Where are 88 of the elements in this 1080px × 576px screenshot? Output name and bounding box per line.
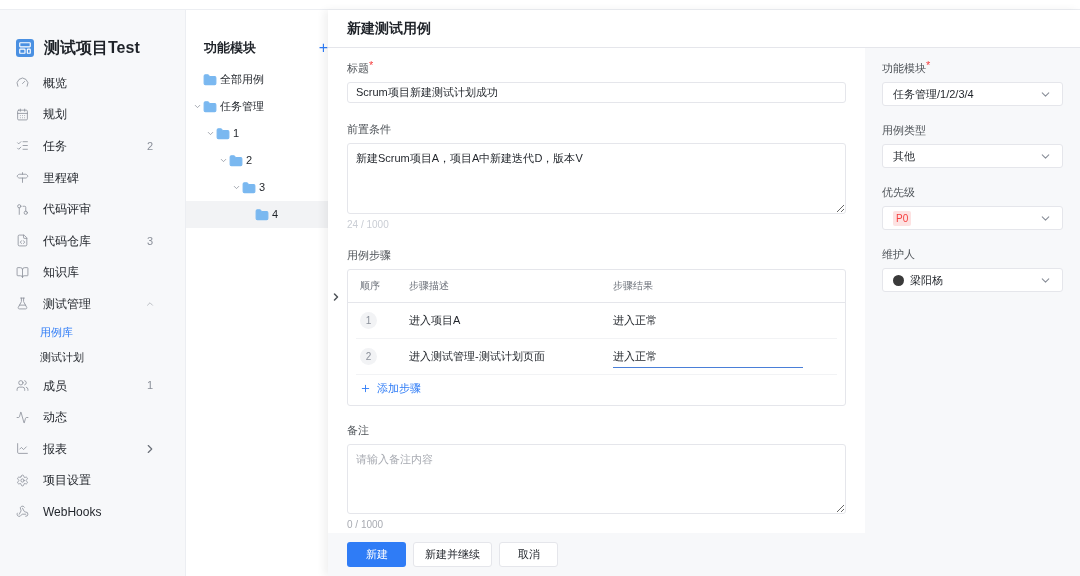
select-value: 梁阳杨 — [910, 272, 943, 288]
column-header: 步骤结果 — [613, 279, 653, 294]
plus-icon — [360, 383, 371, 395]
field-label: 功能模块 — [882, 62, 926, 76]
select-value: 其他 — [893, 148, 915, 164]
step-description: 进入测试管理-测试计划页面 — [409, 348, 546, 364]
field-label: 备注 — [347, 422, 369, 438]
secondary-button[interactable]: 取消 — [499, 542, 558, 567]
select-field[interactable]: 任务管理/1/2/3/4 — [882, 82, 1063, 106]
folder-icon — [255, 207, 269, 222]
drawer-title: 新建测试用例 — [347, 19, 431, 38]
tree-item[interactable]: 1 — [186, 120, 328, 147]
priority-tag: P0 — [893, 210, 912, 226]
expand-icon — [231, 183, 241, 192]
checklist-icon — [16, 139, 29, 153]
project-title: 测试项目Test — [44, 38, 140, 58]
precondition-input[interactable]: 新建Scrum项目A，项目A中新建迭代D，版本V — [347, 143, 846, 214]
required-mark: * — [369, 58, 374, 71]
signpost-icon — [16, 171, 29, 185]
sidebar-subitem[interactable]: 测试计划 — [0, 344, 185, 370]
step-number: 1 — [360, 311, 377, 329]
secondary-button[interactable]: 新建并继续 — [413, 542, 492, 567]
step-result[interactable]: 进入正常 — [613, 308, 803, 333]
column-header: 顺序 — [359, 279, 381, 294]
count: 3 — [146, 233, 153, 249]
required-mark: * — [926, 58, 931, 71]
remarks-input[interactable]: 请输入备注内容 — [347, 443, 846, 514]
folder-icon — [203, 99, 217, 114]
calendar-icon — [16, 107, 29, 121]
pulse-icon — [16, 410, 29, 424]
code-file-icon — [16, 234, 29, 248]
step-number: 2 — [360, 347, 377, 365]
select-value: 任务管理/1/2/3/4 — [893, 86, 974, 102]
users-icon — [16, 379, 29, 393]
sidebar-item[interactable]: 报表 — [0, 432, 185, 465]
count: 1 — [146, 378, 153, 394]
tree-item[interactable]: 任务管理 — [186, 93, 328, 120]
column-header: 步骤描述 — [409, 279, 450, 294]
sidebar-item[interactable]: 测试管理 — [0, 288, 185, 320]
step-result[interactable]: 进入正常 — [613, 344, 803, 369]
merge-icon — [16, 202, 29, 216]
sidebar-item[interactable]: 代码评审 — [0, 193, 185, 225]
sidebar-item[interactable]: WebHooks — [0, 496, 185, 528]
select-field[interactable]: 梁阳杨 — [882, 268, 1063, 292]
tree-item[interactable]: 2 — [186, 147, 328, 174]
expand-icon — [205, 129, 215, 138]
char-counter: 0 / 1000 — [347, 518, 384, 532]
sidebar-item[interactable]: 项目设置 — [0, 464, 185, 497]
sidebar-subitem[interactable]: 用例库 — [0, 319, 185, 345]
sidebar-item[interactable]: 任务 2 — [0, 130, 185, 162]
sidebar-item[interactable]: 知识库 — [0, 256, 185, 289]
sidebar-item[interactable]: 概览 — [0, 67, 185, 99]
step-description: 进入项目A — [409, 312, 462, 328]
sidebar-item[interactable]: 规划 — [0, 98, 185, 131]
book-icon — [16, 265, 29, 279]
flask-icon — [16, 297, 29, 311]
expand-icon — [192, 102, 202, 111]
expand-icon — [218, 156, 228, 165]
panel-title: 功能模块 — [204, 39, 256, 58]
folder-icon — [203, 72, 217, 87]
sidebar-item[interactable]: 里程碑 — [0, 161, 185, 194]
select-field[interactable]: 其他 — [882, 144, 1063, 168]
sidebar-item[interactable]: 动态 — [0, 401, 185, 433]
sidebar-item[interactable]: 成员 1 — [0, 369, 185, 402]
line-chart-icon — [16, 442, 29, 456]
count: 2 — [146, 138, 153, 154]
folder-icon — [216, 126, 230, 141]
field-label: 标题 — [347, 62, 369, 76]
sidebar-item[interactable]: 代码仓库 3 — [0, 224, 185, 257]
field-label: 用例类型 — [882, 123, 926, 138]
add-button[interactable]: + — [318, 40, 328, 56]
project-icon — [16, 39, 34, 57]
folder-icon — [229, 153, 243, 168]
settings-icon — [16, 473, 29, 487]
avatar — [893, 274, 904, 286]
create-button[interactable]: 新建 — [347, 542, 406, 567]
add-step-link[interactable]: 添加步骤 — [348, 374, 433, 403]
field-label: 维护人 — [882, 247, 915, 262]
gauge-icon — [16, 76, 29, 90]
tree-item[interactable]: 全部用例 — [186, 66, 328, 93]
field-label: 优先级 — [882, 185, 915, 200]
webhook-icon — [16, 505, 29, 519]
field-label: 前置条件 — [347, 122, 391, 138]
folder-icon — [242, 180, 256, 195]
field-label: 用例步骤 — [347, 247, 391, 263]
title-input[interactable]: Scrum项目新建测试计划成功 — [347, 82, 846, 104]
tree-item[interactable]: 4 — [186, 201, 328, 228]
tree-item[interactable]: 3 — [186, 174, 328, 201]
